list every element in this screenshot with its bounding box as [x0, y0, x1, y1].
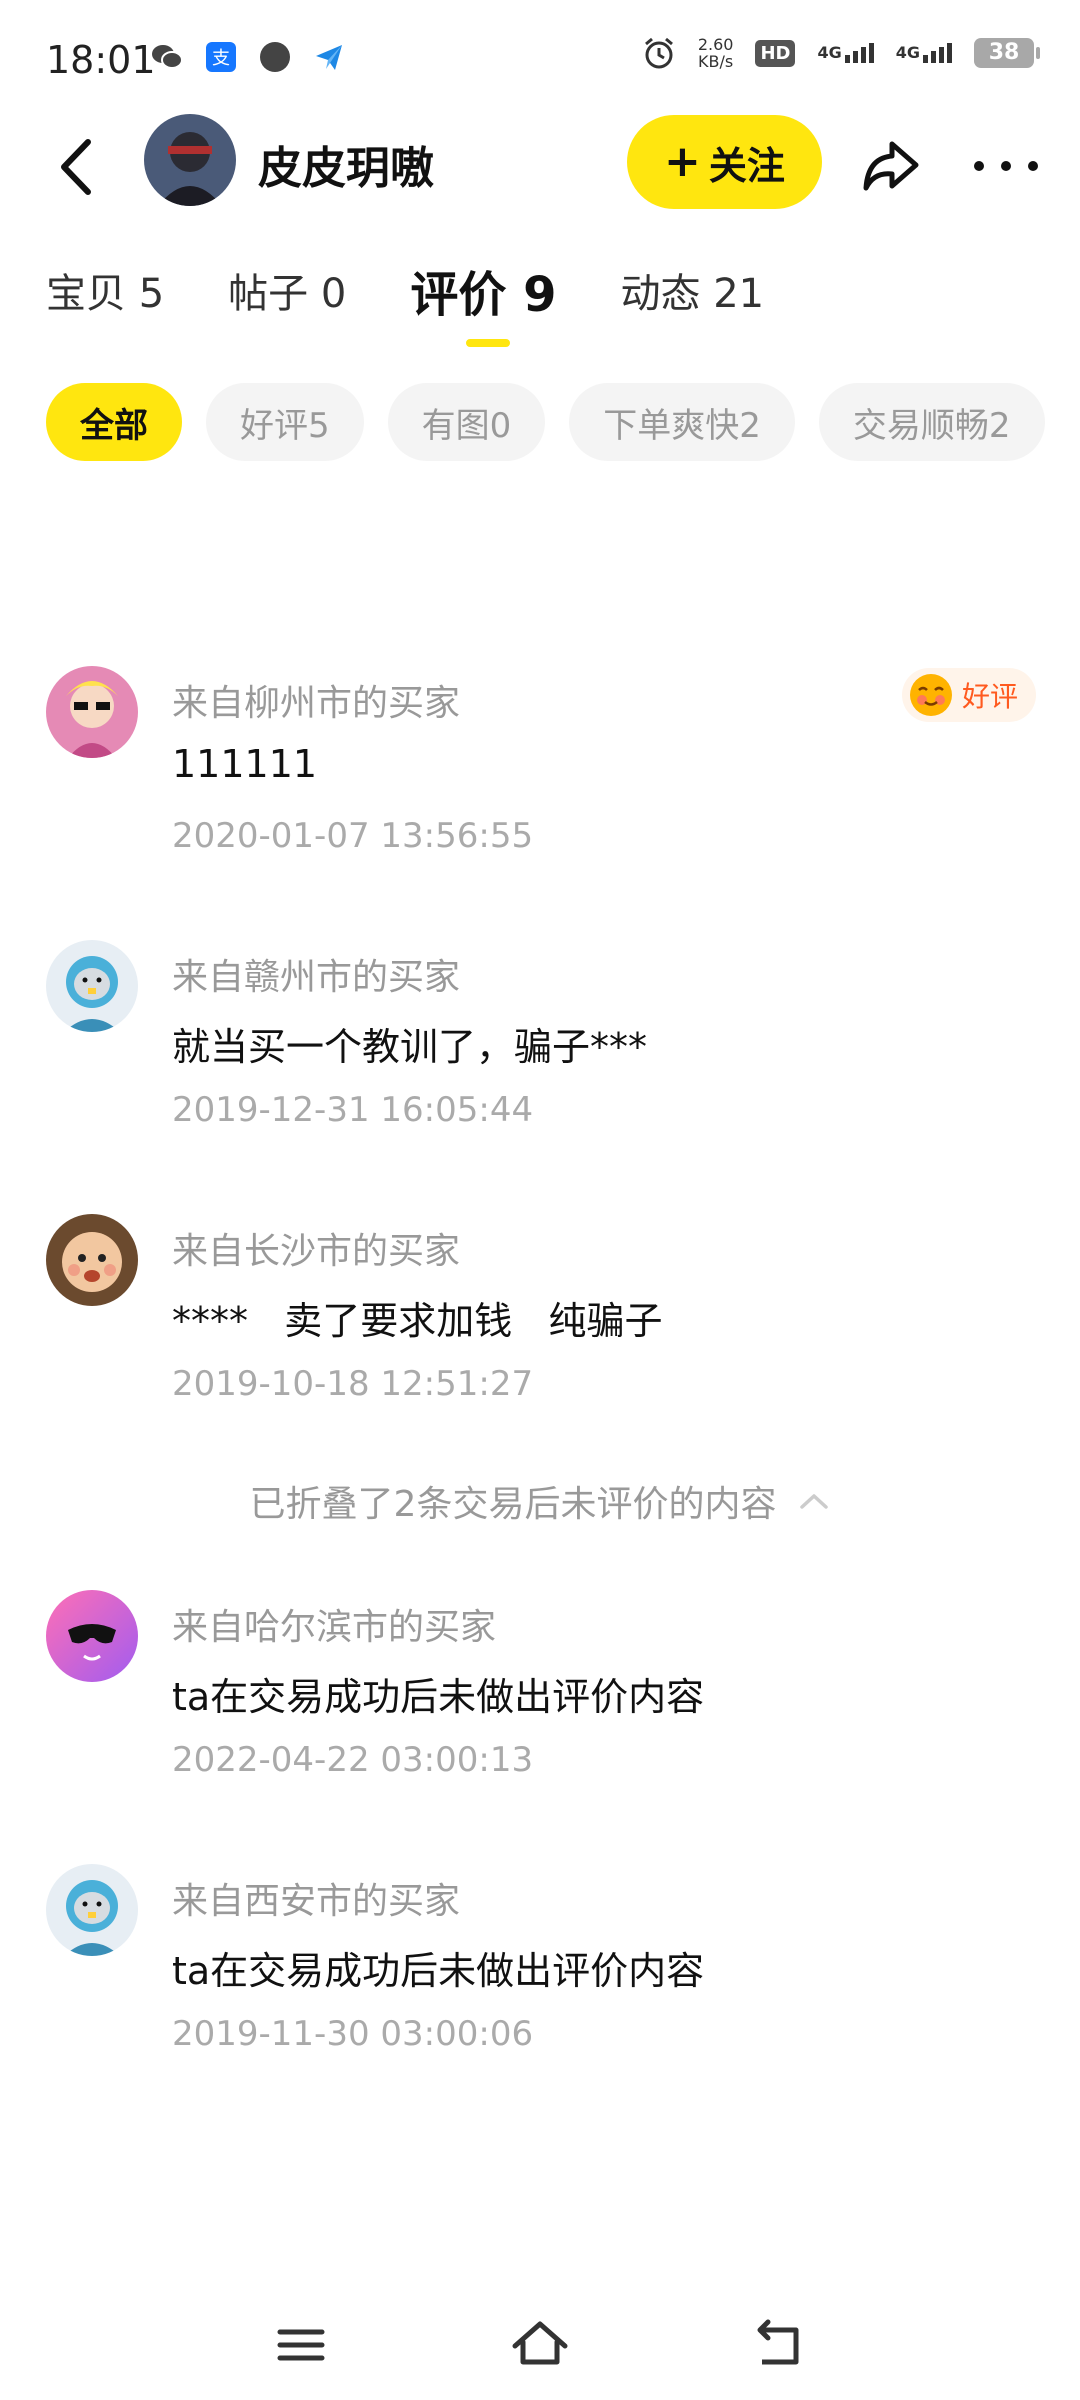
signal-bar [923, 55, 928, 63]
net-speed: 2.60 KB/s [697, 35, 734, 71]
positive-review-badge: 好评 [901, 668, 1036, 722]
review-time: 2019-12-31 16:05:44 [172, 1090, 534, 1130]
compass-icon [258, 40, 292, 74]
home-button[interactable] [505, 2310, 575, 2380]
back-nav-button[interactable] [744, 2310, 814, 2380]
signal-bar [931, 51, 936, 63]
dot [1028, 161, 1038, 171]
wechat-icon [150, 40, 184, 74]
signal-1: 4G [817, 43, 874, 63]
reviewer-location: 来自西安市的买家 [172, 1881, 461, 1922]
signal-bar [947, 43, 952, 63]
share-button[interactable] [856, 130, 926, 200]
folded-reviews-label: 已折叠了2条交易后未评价的内容 [249, 1484, 777, 1525]
review-item[interactable]: 来自柳州市的买家 好评 111111 2020-01-07 13:56:55 [46, 666, 1036, 866]
tab-reviews[interactable]: 评价 9 [410, 255, 556, 325]
follow-button[interactable]: + 关注 [627, 115, 822, 209]
reviewer-location: 来自赣州市的买家 [172, 957, 461, 998]
share-icon [863, 141, 919, 191]
tab-activity[interactable]: 动态 21 [620, 261, 764, 319]
tab-posts[interactable]: 帖子 0 [228, 261, 346, 319]
signal-bar [939, 47, 944, 63]
filter-chip-with-images[interactable]: 有图0 [387, 383, 546, 461]
alipay-icon: 支 [204, 40, 238, 74]
notification-icons: 支 [150, 40, 346, 74]
review-item[interactable]: 来自赣州市的买家 就当买一个教训了，骗子*** 2019-12-31 16:05… [46, 940, 1036, 1140]
screen: 18:01 支 2.60 KB/s HD 4G 4G 38 皮皮玥嗷 + 关注 … [0, 0, 1080, 2400]
chevron-left-icon [61, 139, 91, 195]
review-item[interactable]: 来自西安市的买家 ta在交易成功后未做出评价内容 2019-11-30 03:0… [46, 1864, 1036, 2064]
signal-2: 4G [896, 43, 952, 63]
review-time: 2020-01-07 13:56:55 [172, 816, 534, 856]
folded-reviews-toggle[interactable]: 已折叠了2条交易后未评价的内容 [0, 1475, 1080, 1527]
reviewer-avatar[interactable] [46, 1214, 138, 1306]
username: 皮皮玥嗷 [258, 143, 434, 194]
dot [1001, 161, 1011, 171]
reviewer-avatar[interactable] [46, 1864, 138, 1956]
back-button[interactable] [48, 132, 108, 202]
reviewer-location: 来自哈尔滨市的买家 [172, 1607, 497, 1648]
return-icon [757, 2319, 799, 2365]
plus-icon: + [664, 136, 701, 187]
signal-bar [868, 43, 874, 63]
filter-chip-positive[interactable]: 好评5 [206, 383, 364, 461]
signal-bar [860, 47, 866, 63]
alarm-icon [642, 36, 676, 70]
status-time: 18:01 [46, 38, 156, 82]
more-button[interactable] [974, 136, 1038, 196]
profile-tabs: 宝贝 5 帖子 0 评价 9 动态 21 [46, 255, 764, 325]
profile-header: 皮皮玥嗷 + 关注 [0, 110, 1080, 220]
menu-button[interactable] [266, 2310, 336, 2380]
reviewer-avatar[interactable] [46, 940, 138, 1032]
filter-chip-smooth-deal[interactable]: 交易顺畅2 [818, 383, 1045, 461]
tab-items[interactable]: 宝贝 5 [46, 261, 164, 319]
status-bar: 18:01 支 2.60 KB/s HD 4G 4G 38 [0, 0, 1080, 120]
avatar[interactable] [144, 114, 236, 206]
dot [974, 161, 984, 171]
status-indicators: 2.60 KB/s HD 4G 4G 38 [642, 35, 1040, 71]
system-nav-bar [0, 2300, 1080, 2390]
signal-bar [852, 51, 858, 63]
svg-text:支: 支 [212, 48, 230, 69]
review-content: **** 卖了要求加钱 纯骗子 [172, 1299, 663, 1343]
reviewer-avatar[interactable] [46, 666, 138, 758]
filter-chip-quick-order[interactable]: 下单爽快2 [569, 383, 795, 461]
review-time: 2019-11-30 03:00:06 [172, 2014, 534, 2054]
review-content: ta在交易成功后未做出评价内容 [172, 1675, 705, 1719]
review-filters: 全部 好评5 有图0 下单爽快2 交易顺畅2 [46, 383, 1046, 461]
filter-chip-all[interactable]: 全部 [46, 383, 182, 461]
smiley-icon [909, 674, 952, 716]
reviewer-location: 来自柳州市的买家 [172, 683, 461, 724]
home-icon [512, 2321, 568, 2365]
review-item[interactable]: 来自长沙市的买家 **** 卖了要求加钱 纯骗子 2019-10-18 12:5… [46, 1214, 1036, 1414]
reviewer-avatar[interactable] [46, 1590, 138, 1682]
menu-icon [277, 2329, 325, 2361]
hd-badge: HD [755, 39, 796, 67]
paper-plane-icon [312, 40, 346, 74]
review-time: 2019-10-18 12:51:27 [172, 1364, 534, 1404]
review-content: ta在交易成功后未做出评价内容 [172, 1949, 705, 1993]
review-item[interactable]: 来自哈尔滨市的买家 ta在交易成功后未做出评价内容 2022-04-22 03:… [46, 1590, 1036, 1790]
review-content: 就当买一个教训了，骗子*** [172, 1025, 648, 1069]
review-time: 2022-04-22 03:00:13 [172, 1740, 534, 1780]
signal-bar [844, 55, 850, 63]
battery-indicator: 38 [974, 38, 1040, 68]
review-content: 111111 [172, 742, 318, 786]
reviewer-location: 来自长沙市的买家 [172, 1231, 461, 1272]
follow-label: 关注 [708, 143, 785, 188]
active-tab-indicator [466, 339, 510, 347]
chevron-up-icon [800, 1494, 829, 1509]
